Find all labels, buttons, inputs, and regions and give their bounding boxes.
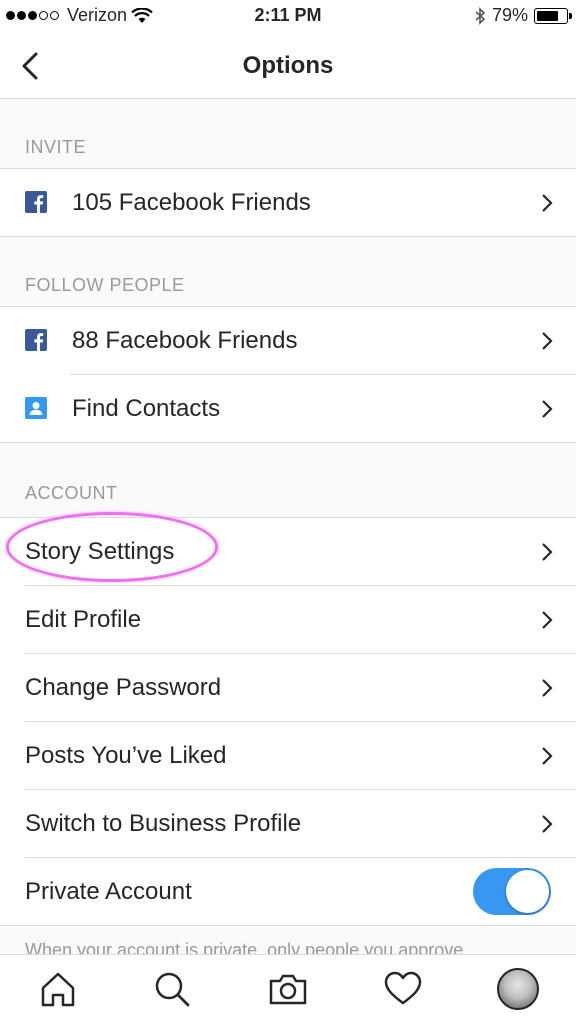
edit-profile-row[interactable]: Edit Profile (0, 586, 576, 653)
posts-liked-row[interactable]: Posts You’ve Liked (0, 722, 576, 789)
private-account-footnote: When your account is private, only peopl… (0, 926, 576, 954)
toggle-knob (506, 870, 549, 913)
invite-group: 105 Facebook Friends (0, 169, 576, 237)
switch-business-profile-row[interactable]: Switch to Business Profile (0, 790, 576, 857)
invite-facebook-friends-row[interactable]: 105 Facebook Friends (0, 169, 576, 236)
row-label: 88 Facebook Friends (72, 326, 298, 354)
section-header-invite: INVITE (0, 99, 576, 169)
account-group: Story Settings Edit Profile Change Passw… (0, 512, 576, 926)
chevron-right-icon (542, 194, 553, 212)
section-header-follow-people: FOLLOW PEOPLE (0, 237, 576, 307)
row-label: 105 Facebook Friends (72, 188, 311, 216)
heart-icon[interactable] (383, 969, 423, 1009)
battery-percent: 79% (491, 5, 528, 25)
battery-icon (534, 7, 572, 24)
status-right: 79% (474, 5, 572, 26)
page-title: Options (242, 52, 334, 79)
chevron-right-icon (542, 332, 553, 350)
row-label: Posts You’ve Liked (25, 741, 227, 769)
chevron-right-icon (542, 543, 553, 561)
status-bar: Verizon 2:11 PM 79% (0, 0, 576, 34)
row-label: Change Password (25, 673, 222, 701)
camera-icon[interactable] (268, 969, 308, 1009)
private-account-toggle[interactable] (473, 868, 551, 915)
chevron-right-icon (542, 611, 553, 629)
story-settings-row[interactable]: Story Settings (0, 512, 576, 585)
row-label: Find Contacts (72, 394, 221, 422)
section-header-account: ACCOUNT (0, 443, 576, 518)
row-label: Story Settings (25, 537, 175, 565)
bluetooth-icon (475, 6, 486, 25)
row-label: Edit Profile (25, 605, 142, 633)
facebook-icon (25, 191, 47, 213)
profile-avatar[interactable] (497, 968, 539, 1010)
row-label: Switch to Business Profile (25, 809, 302, 837)
search-icon[interactable] (152, 969, 192, 1009)
facebook-icon (25, 329, 47, 351)
row-label: Private Account (25, 877, 192, 905)
private-account-row: Private Account (0, 858, 576, 925)
change-password-row[interactable]: Change Password (0, 654, 576, 721)
chevron-right-icon (542, 815, 553, 833)
follow-people-group: 88 Facebook Friends Find Contacts (0, 307, 576, 443)
chevron-right-icon (542, 679, 553, 697)
chevron-right-icon (542, 400, 553, 418)
contacts-icon (25, 397, 47, 419)
options-list[interactable]: INVITE 105 Facebook Friends FOLLOW PEOPL… (0, 99, 576, 954)
home-icon[interactable] (38, 969, 78, 1009)
navigation-bar: Options (0, 34, 576, 99)
chevron-right-icon (542, 747, 553, 765)
find-contacts-row[interactable]: Find Contacts (0, 375, 576, 442)
follow-facebook-friends-row[interactable]: 88 Facebook Friends (0, 307, 576, 374)
tab-bar (0, 954, 576, 1025)
